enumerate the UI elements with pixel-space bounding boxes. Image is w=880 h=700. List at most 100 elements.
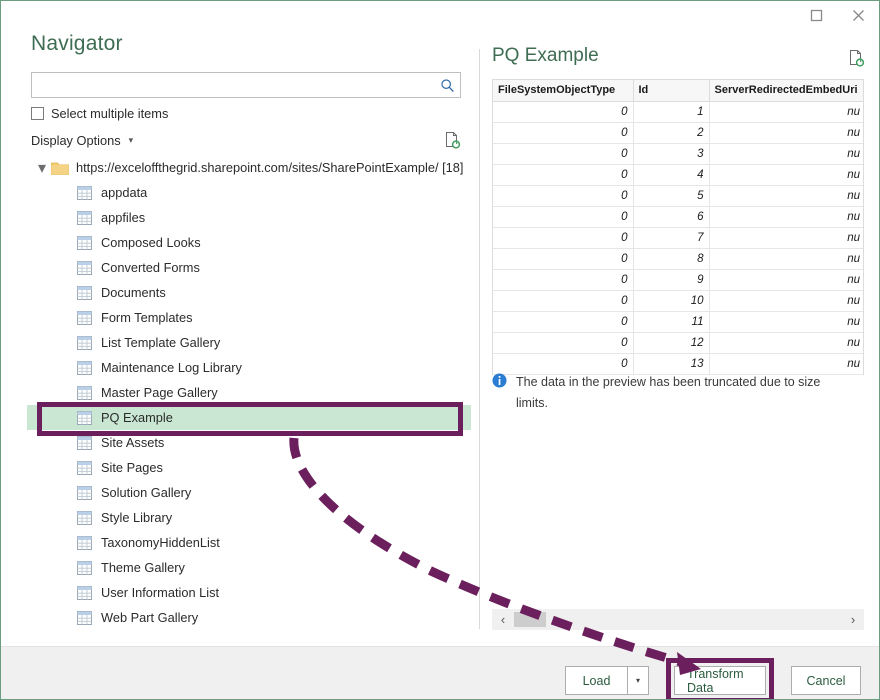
tree-item-label: Theme Gallery [101,560,185,575]
truncation-notice: The data in the preview has been truncat… [492,372,822,413]
cancel-button[interactable]: Cancel [791,666,861,695]
tree-item[interactable]: Converted Forms [27,255,471,280]
table-cell: 8 [633,248,710,270]
table-cell: nu [709,269,863,291]
table-cell: nu [709,311,863,333]
table-cell: 1 [633,101,710,123]
chevron-down-icon[interactable]: ▾ [129,135,134,145]
tree-root-node[interactable]: ▾ https://exceloffthegrid.sharepoint.com… [27,155,471,180]
tree-item-label: User Information List [101,585,220,600]
select-multiple-items-checkbox[interactable] [31,107,44,120]
tree-item[interactable]: appdata [27,180,471,205]
load-button[interactable]: Load [565,666,627,695]
table-icon [77,235,92,250]
tree-item-list: appdata appfiles Composed Looks Converted F… [27,180,471,630]
close-button[interactable] [837,1,879,29]
table-cell: 6 [633,206,710,228]
truncation-notice-text: The data in the preview has been truncat… [516,375,821,410]
select-multiple-items-row[interactable]: Select multiple items [31,106,168,121]
column-header-serverredirectedembeduri[interactable]: ServerRedirectedEmbedUri [709,80,863,102]
info-icon [492,373,507,388]
tree-item-label: Web Part Gallery [101,610,199,625]
table-icon [77,560,92,575]
footer-button-row: Load ▾ Transform Data Cancel [565,658,861,699]
table-icon [77,285,92,300]
table-cell: 3 [633,143,710,165]
tree-item-label: Solution Gallery [101,485,192,500]
table-cell: 0 [493,353,634,375]
table-row: 0 13 nu [493,353,863,375]
tree-item[interactable]: Theme Gallery [27,555,471,580]
expander-icon[interactable]: ▾ [35,160,49,177]
tree-item-label: appfiles [101,210,146,225]
tree-item[interactable]: TaxonomyHiddenList [27,530,471,555]
source-tree[interactable]: ▾ https://exceloffthegrid.sharepoint.com… [27,155,471,645]
preview-horizontal-scrollbar[interactable]: ‹ › [492,609,864,630]
scrollbar-thumb[interactable] [514,612,546,627]
tree-item-label: Form Templates [101,310,193,325]
table-row: 0 1 nu [493,101,863,123]
table-cell: 0 [493,248,634,270]
transform-data-highlight: Transform Data [666,658,774,699]
table-row: 0 7 nu [493,227,863,249]
display-options-label[interactable]: Display Options [31,133,121,148]
scroll-left-arrow-icon[interactable]: ‹ [492,609,514,630]
tree-item-label: Style Library [101,510,173,525]
tree-item[interactable]: PQ Example [27,405,471,430]
table-cell: nu [709,143,863,165]
table-cell: 4 [633,164,710,186]
folder-icon [51,161,69,175]
tree-item[interactable]: Form Templates [27,305,471,330]
table-cell: 5 [633,185,710,207]
load-dropdown-button[interactable]: ▾ [627,666,649,695]
tree-item[interactable]: Site Assets [27,430,471,455]
refresh-page-icon[interactable] [443,131,461,149]
tree-item[interactable]: Master Page Gallery [27,380,471,405]
preview-grid[interactable]: FileSystemObjectType Id ServerRedirected… [492,79,864,375]
tree-item-label: appdata [101,185,148,200]
preview-refresh-icon[interactable] [847,49,865,67]
table-cell: nu [709,353,863,375]
search-box[interactable] [31,72,461,98]
search-input[interactable] [37,74,434,96]
tree-item[interactable]: appfiles [27,205,471,230]
table-icon [77,585,92,600]
tree-item-label: TaxonomyHiddenList [101,535,220,550]
tree-item[interactable]: Site Pages [27,455,471,480]
tree-item-label: Composed Looks [101,235,201,250]
table-cell: nu [709,332,863,354]
table-icon [77,185,92,200]
tree-root-label: https://exceloffthegrid.sharepoint.com/s… [76,160,464,175]
maximize-button[interactable] [795,1,837,29]
table-cell: nu [709,101,863,123]
table-icon [77,335,92,350]
tree-item[interactable]: List Template Gallery [27,330,471,355]
column-header-id[interactable]: Id [633,80,710,102]
table-row: 0 2 nu [493,122,863,144]
table-cell: 0 [493,101,634,123]
table-icon [77,210,92,225]
table-row: 0 10 nu [493,290,863,312]
table-cell: 13 [633,353,710,375]
scroll-right-arrow-icon[interactable]: › [842,609,864,630]
tree-item[interactable]: User Information List [27,580,471,605]
table-row: 0 12 nu [493,332,863,354]
table-row: 0 4 nu [493,164,863,186]
tree-item[interactable]: Style Library [27,505,471,530]
table-cell: 11 [633,311,710,333]
table-row: 0 6 nu [493,206,863,228]
tree-item[interactable]: Solution Gallery [27,480,471,505]
tree-item[interactable]: Web Part Gallery [27,605,471,630]
table-row: 0 9 nu [493,269,863,291]
table-cell: 0 [493,290,634,312]
table-cell: 7 [633,227,710,249]
tree-item[interactable]: Maintenance Log Library [27,355,471,380]
transform-data-button[interactable]: Transform Data [674,666,766,695]
column-header-filesystemobjecttype[interactable]: FileSystemObjectType [493,80,634,102]
tree-item[interactable]: Documents [27,280,471,305]
table-icon [77,385,92,400]
tree-item[interactable]: Composed Looks [27,230,471,255]
search-icon [434,78,460,93]
navigator-left-pane: Navigator Select multiple items Display … [1,31,479,645]
table-cell: 0 [493,206,634,228]
